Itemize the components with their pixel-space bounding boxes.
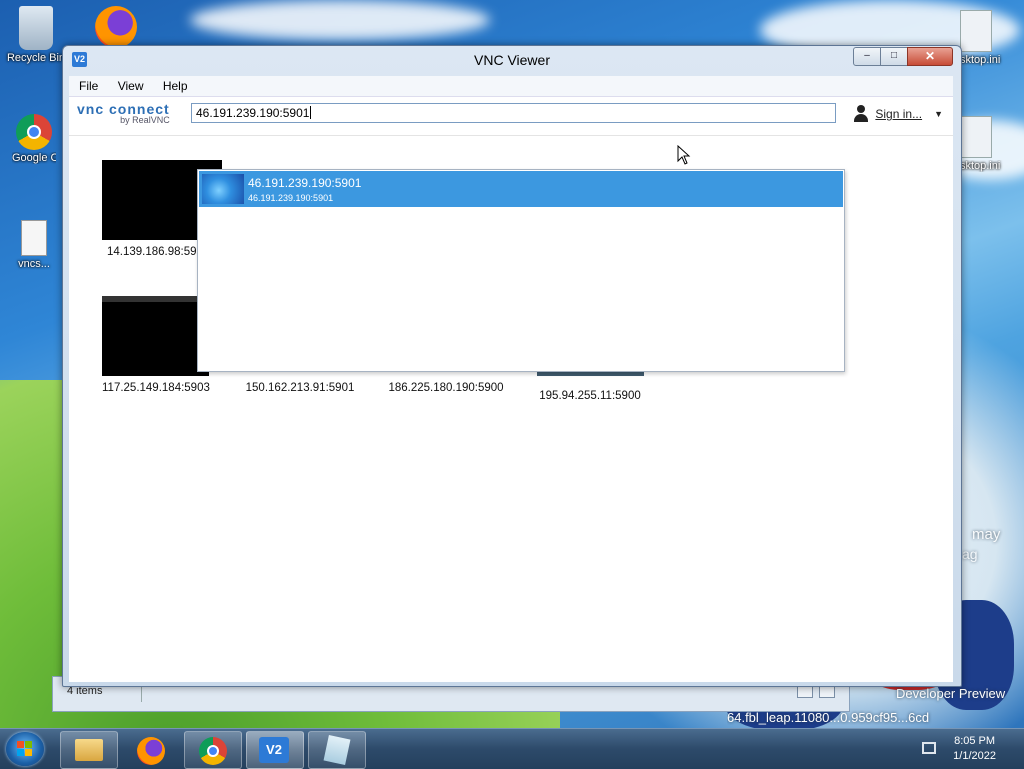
clock[interactable]: 8:05 PM 1/1/2022 xyxy=(953,734,996,764)
address-book-grid: 14.139.186.98:59 117.25.149.184:5903 150… xyxy=(69,136,953,682)
minimize-button[interactable]: ‒ xyxy=(853,47,881,66)
taskbar-chrome-button[interactable] xyxy=(184,731,242,769)
connection-label: 195.94.255.11:5900 xyxy=(539,390,641,402)
vnc-app-icon: V2 xyxy=(259,737,289,763)
desktop-cloud xyxy=(190,0,490,40)
connection-label: 186.225.180.190:5900 xyxy=(388,382,504,394)
search-suggestions-dropdown: 46.191.239.190:5901 46.191.239.190:5901 xyxy=(197,169,845,372)
toolbar: vnc connect by RealVNC 46.191.239.190:59… xyxy=(69,97,953,136)
connection-tile[interactable]: 117.25.149.184:5903 xyxy=(102,296,210,394)
recycle-bin-icon xyxy=(19,6,53,50)
taskbar: V2 8:05 PM 1/1/2022 xyxy=(0,728,1024,769)
text-caret xyxy=(310,106,312,119)
window-title: VNC Viewer xyxy=(474,52,550,68)
desktop-icon-recycle-bin[interactable]: Recycle Bin xyxy=(4,6,68,64)
menu-view[interactable]: View xyxy=(108,76,150,93)
suggestion-title: 46.191.239.190:5901 xyxy=(248,176,362,190)
chevron-down-icon: ▼ xyxy=(934,109,943,119)
windows-logo-icon xyxy=(17,741,33,757)
network-icon[interactable] xyxy=(922,742,936,754)
desktop-icon-chrome[interactable]: Google Chrome xyxy=(2,114,66,164)
clock-time: 8:05 PM xyxy=(954,735,996,747)
window-controls: ‒ □ ✕ xyxy=(853,47,953,66)
system-tray: 8:05 PM 1/1/2022 xyxy=(914,729,1024,769)
desktop-icon-label: Recycle Bin xyxy=(6,52,66,64)
desktop-icon-vncs[interactable]: vncs... xyxy=(2,220,66,270)
start-button[interactable] xyxy=(6,732,44,766)
connection-thumbnail xyxy=(102,296,209,376)
vnc-connect-logo: vnc connect by RealVNC xyxy=(77,101,170,125)
user-icon xyxy=(853,105,869,123)
address-search-input[interactable]: 46.191.239.190:5901 xyxy=(191,103,836,123)
close-button[interactable]: ✕ xyxy=(907,47,953,66)
taskbar-explorer-button[interactable] xyxy=(60,731,118,769)
desktop-icon-firefox[interactable] xyxy=(84,6,148,50)
menu-file[interactable]: File xyxy=(69,76,104,93)
menu-help[interactable]: Help xyxy=(153,76,194,93)
settings-file-icon xyxy=(960,10,992,52)
chrome-icon xyxy=(16,114,52,150)
suggestion-subtitle: 46.191.239.190:5901 xyxy=(248,193,334,203)
chrome-icon xyxy=(199,737,227,765)
title-bar[interactable]: V2 VNC Viewer ‒ □ ✕ xyxy=(63,46,961,74)
taskbar-firefox-button[interactable] xyxy=(122,731,180,769)
desktop-text-may: may xyxy=(972,526,1001,543)
watermark-build: 64.fbl_leap.11080...0.959cf95...6cd xyxy=(727,710,930,725)
suggestion-thumbnail xyxy=(202,174,244,204)
mouse-cursor-icon xyxy=(677,144,691,168)
firefox-icon xyxy=(95,6,137,48)
suggestion-item[interactable]: 46.191.239.190:5901 46.191.239.190:5901 xyxy=(199,171,843,207)
desktop-icon-label: vncs... xyxy=(18,258,50,270)
firefox-icon xyxy=(137,737,165,765)
desktop-text-ag: ag xyxy=(962,546,978,562)
settings-file-icon xyxy=(960,116,992,158)
notepad-icon xyxy=(323,734,351,766)
taskbar-vnc-viewer-button[interactable]: V2 xyxy=(246,731,304,769)
sign-in-label: Sign in... xyxy=(875,107,923,121)
menu-bar: File View Help xyxy=(69,76,953,97)
connection-label: 117.25.149.184:5903 xyxy=(102,382,210,394)
connection-label: 150.162.213.91:5901 xyxy=(245,382,355,394)
folder-icon xyxy=(75,739,103,761)
vnc-viewer-window[interactable]: V2 VNC Viewer ‒ □ ✕ File View Help vnc c… xyxy=(62,45,962,687)
taskbar-notepad-button[interactable] xyxy=(308,731,366,769)
search-value: 46.191.239.190:5901 xyxy=(196,106,310,120)
clock-date: 1/1/2022 xyxy=(953,750,996,762)
text-file-icon xyxy=(21,220,47,256)
maximize-button[interactable]: □ xyxy=(880,47,908,66)
watermark-text: Developer Preview xyxy=(896,686,1006,701)
sign-in-button[interactable]: Sign in... ▼ xyxy=(853,105,943,123)
desktop-icon-label: Google Chrome xyxy=(12,152,56,164)
